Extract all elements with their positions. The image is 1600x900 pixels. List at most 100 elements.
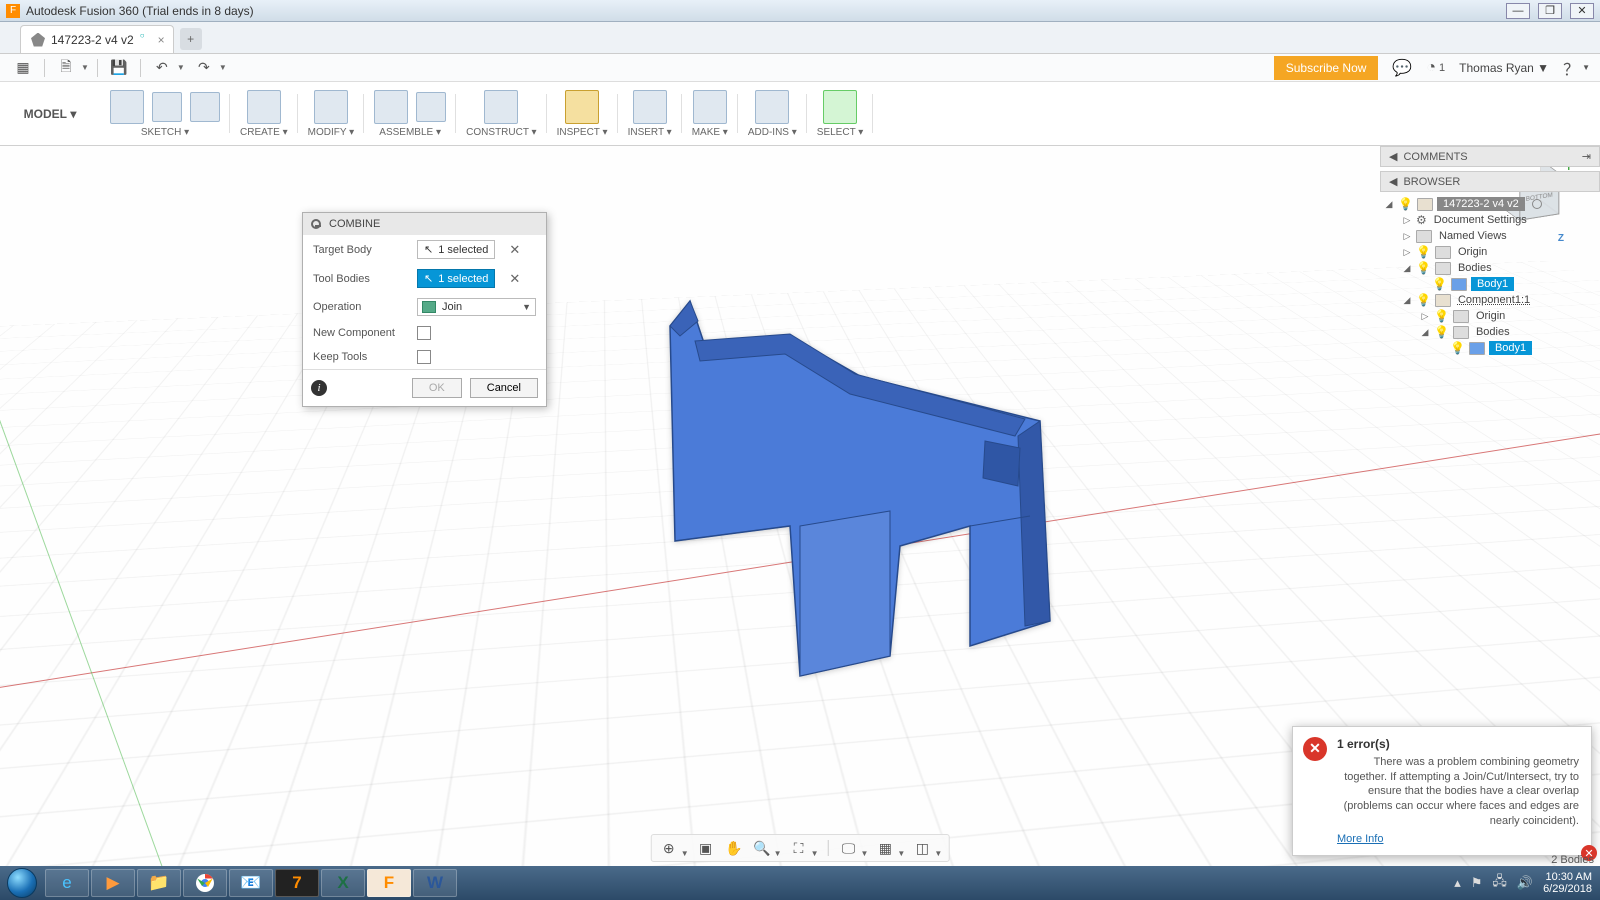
side-panels: ◀COMMENTS⇥ ◀BROWSER ◢💡 147223-2 v4 v2 ▷⚙… — [1380, 146, 1600, 360]
taskbar-mediaplayer[interactable]: ▶ — [91, 869, 135, 897]
tree-namedviews[interactable]: ▷ Named Views — [1380, 228, 1600, 244]
tree-component[interactable]: ◢💡 Component1:1 — [1380, 292, 1600, 308]
tray-volume-icon[interactable]: 🔊 — [1517, 875, 1533, 891]
taskbar-fusion[interactable]: F — [367, 869, 411, 897]
ribbon-group-addins[interactable]: ADD-INS ▾ — [738, 82, 807, 145]
dialog-titlebar[interactable]: COMBINE — [303, 213, 546, 235]
body-icon — [1469, 342, 1485, 355]
workspace-switcher[interactable]: MODEL ▾ — [0, 82, 100, 145]
document-tab[interactable]: 147223-2 v4 v2 ○ × — [20, 25, 174, 53]
tree-body1[interactable]: 💡 Body1 — [1380, 276, 1600, 292]
dialog-title: COMBINE — [329, 218, 380, 230]
zoom-button[interactable]: 🔍 — [751, 838, 773, 858]
error-icon: ✕ — [1303, 737, 1327, 761]
display-button[interactable]: 🖵 — [838, 838, 860, 858]
window-title: Autodesk Fusion 360 (Trial ends in 8 day… — [26, 4, 1506, 18]
taskbar-chrome[interactable] — [183, 869, 227, 897]
keep-tools-label: Keep Tools — [313, 351, 409, 363]
ribbon-group-construct[interactable]: CONSTRUCT ▾ — [456, 82, 546, 145]
taskbar-ie[interactable]: e — [45, 869, 89, 897]
ribbon-toolbar: MODEL ▾ SKETCH ▾ CREATE ▾ MODIFY ▾ ASSEM… — [0, 82, 1600, 146]
minimize-button[interactable]: — — [1506, 3, 1530, 19]
redo-button[interactable]: ↷ — [191, 57, 217, 79]
comments-panel-header[interactable]: ◀COMMENTS⇥ — [1380, 146, 1600, 167]
system-tray: ▴ ⚑ 🖧 🔊 10:30 AM 6/29/2018 — [1446, 871, 1600, 895]
cursor-icon: ↖ — [424, 272, 433, 285]
grid-button[interactable]: ▦ — [874, 838, 896, 858]
ribbon-group-create[interactable]: CREATE ▾ — [230, 82, 298, 145]
browser-panel-header[interactable]: ◀BROWSER — [1380, 171, 1600, 192]
cursor-icon: ↖ — [424, 243, 433, 256]
lookat-button[interactable]: ▣ — [695, 838, 717, 858]
combine-dialog[interactable]: COMBINE Target Body ↖ 1 selected ✕ Tool … — [302, 212, 547, 407]
clear-target-button[interactable]: ✕ — [509, 242, 520, 258]
fit-button[interactable]: ⛶ — [788, 838, 810, 858]
taskbar-word[interactable]: W — [413, 869, 457, 897]
help-icon[interactable]: ？▼ — [1563, 56, 1590, 80]
start-button[interactable] — [0, 866, 44, 900]
ribbon-group-make[interactable]: MAKE ▾ — [682, 82, 738, 145]
tray-overflow-icon[interactable]: ▴ — [1454, 875, 1461, 891]
orbit-button[interactable]: ⊕ — [658, 838, 680, 858]
undo-button[interactable]: ↶ — [149, 57, 175, 79]
taskbar-outlook[interactable]: 📧 — [229, 869, 273, 897]
pan-button[interactable]: ✋ — [723, 838, 745, 858]
file-menu-button[interactable]: 🗎 — [53, 57, 79, 79]
new-tab-button[interactable]: + — [180, 28, 202, 50]
new-component-checkbox[interactable] — [417, 326, 431, 340]
extensions-icon[interactable]: ◔ 1 — [1426, 59, 1445, 77]
join-icon — [422, 301, 436, 313]
windows-taskbar: e ▶ 📁 📧 7 X F W ▴ ⚑ 🖧 🔊 10:30 AM 6/29/20… — [0, 866, 1600, 900]
clear-tools-button[interactable]: ✕ — [509, 271, 520, 287]
subscribe-button[interactable]: Subscribe Now — [1274, 56, 1379, 80]
taskbar-explorer[interactable]: 📁 — [137, 869, 181, 897]
comments-icon[interactable]: 💬 — [1392, 58, 1412, 78]
error-toast: ✕ 1 error(s) There was a problem combini… — [1292, 726, 1592, 856]
tree-body1b[interactable]: 💡 Body1 — [1380, 340, 1600, 356]
save-button[interactable]: 💾 — [106, 57, 132, 79]
folder-icon — [1435, 246, 1451, 259]
browser-tree: ◢💡 147223-2 v4 v2 ▷⚙ Document Settings ▷… — [1380, 192, 1600, 360]
tree-bodies[interactable]: ◢💡 Bodies — [1380, 260, 1600, 276]
activate-radio[interactable] — [1532, 199, 1542, 209]
toast-message: There was a problem combining geometry t… — [1337, 755, 1579, 829]
ribbon-group-assemble[interactable]: ASSEMBLE ▾ — [364, 82, 456, 145]
document-tab-label: 147223-2 v4 v2 — [51, 33, 134, 47]
maximize-button[interactable]: ❐ — [1538, 3, 1562, 19]
user-menu[interactable]: Thomas Ryan ▼ — [1459, 61, 1549, 75]
cancel-button[interactable]: Cancel — [470, 378, 538, 398]
status-bodies: 2 Bodies — [1551, 854, 1594, 866]
keep-tools-checkbox[interactable] — [417, 350, 431, 364]
tab-close-icon[interactable]: × — [158, 33, 165, 47]
info-icon[interactable]: i — [311, 380, 327, 396]
ribbon-group-modify[interactable]: MODIFY ▾ — [298, 82, 365, 145]
ok-button[interactable]: OK — [412, 378, 462, 398]
ribbon-group-inspect[interactable]: INSPECT ▾ — [547, 82, 618, 145]
operation-dropdown[interactable]: Join ▼ — [417, 298, 536, 316]
tray-flag-icon[interactable]: ⚑ — [1471, 875, 1483, 891]
data-panel-button[interactable]: ▦ — [10, 57, 36, 79]
document-icon — [31, 33, 45, 47]
close-button[interactable]: ✕ — [1570, 3, 1594, 19]
folder-icon — [1435, 262, 1451, 275]
more-info-link[interactable]: More Info — [1337, 833, 1579, 845]
ribbon-group-insert[interactable]: INSERT ▾ — [618, 82, 682, 145]
target-body-selection[interactable]: ↖ 1 selected — [417, 240, 495, 259]
tray-clock[interactable]: 10:30 AM 6/29/2018 — [1543, 871, 1592, 895]
tree-bodies2[interactable]: ◢💡 Bodies — [1380, 324, 1600, 340]
model-body[interactable] — [620, 226, 1120, 689]
collapse-icon[interactable] — [311, 219, 321, 229]
app-logo-icon: F — [6, 4, 20, 18]
expand-icon[interactable]: ⇥ — [1582, 150, 1591, 163]
taskbar-app1[interactable]: 7 — [275, 869, 319, 897]
ribbon-group-sketch[interactable]: SKETCH ▾ — [100, 82, 230, 145]
tree-docsettings[interactable]: ▷⚙ Document Settings — [1380, 212, 1600, 228]
tray-network-icon[interactable]: 🖧 — [1492, 872, 1507, 894]
ribbon-group-select[interactable]: SELECT ▾ — [807, 82, 874, 145]
tool-bodies-selection[interactable]: ↖ 1 selected — [417, 269, 495, 288]
tree-origin2[interactable]: ▷💡 Origin — [1380, 308, 1600, 324]
tree-root[interactable]: ◢💡 147223-2 v4 v2 — [1380, 196, 1600, 212]
tree-origin[interactable]: ▷💡 Origin — [1380, 244, 1600, 260]
taskbar-excel[interactable]: X — [321, 869, 365, 897]
viewports-button[interactable]: ◫ — [911, 838, 933, 858]
